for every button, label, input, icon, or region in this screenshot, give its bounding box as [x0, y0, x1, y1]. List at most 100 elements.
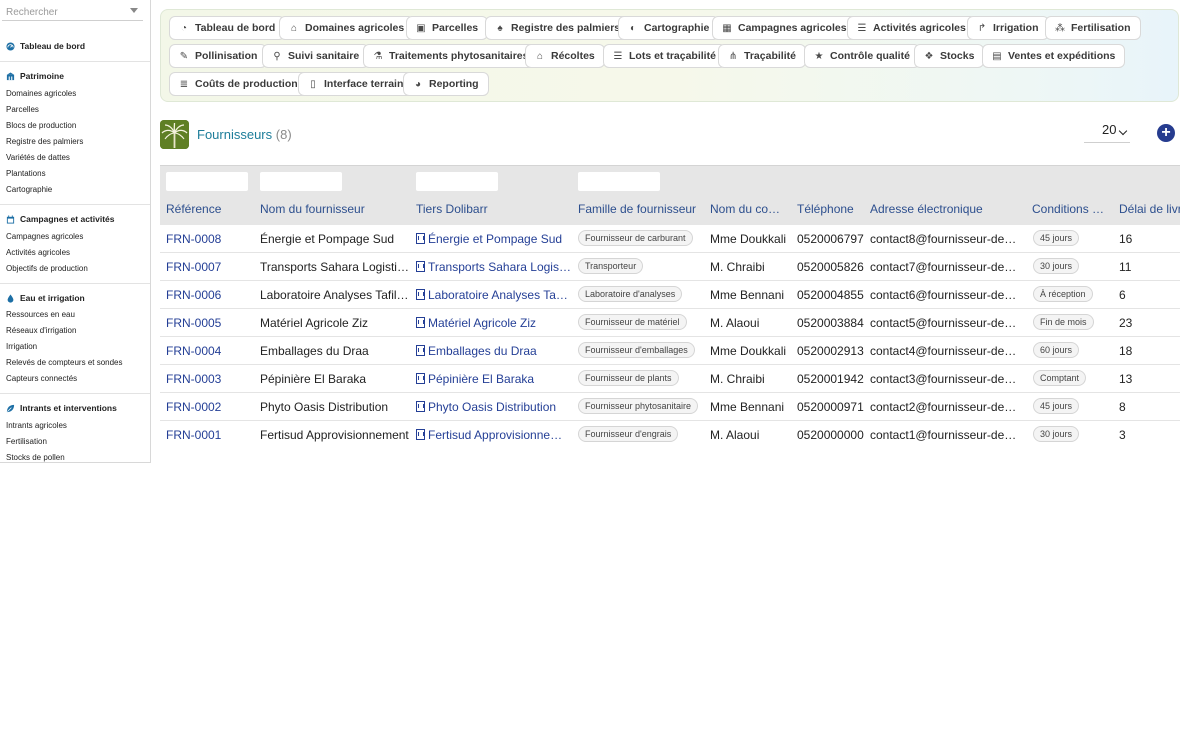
cell-tiers[interactable]: Pépinière El Baraka — [416, 372, 571, 386]
column-header-delai[interactable]: Délai de livraison — [1119, 202, 1180, 216]
cell-tiers[interactable]: Fertisud Approvisionnement — [416, 428, 571, 442]
cell-reference[interactable]: FRN-0002 — [166, 400, 254, 414]
menu-registre-palmiers[interactable]: ♠ Registre des palmiers — [485, 16, 631, 40]
menu-interface-terrain[interactable]: ▯ Interface terrain — [298, 72, 414, 96]
sidebar-section-label: Eau et irrigation — [20, 293, 85, 303]
cell-tiers[interactable]: Énergie et Pompage Sud — [416, 232, 571, 246]
sidebar-item-ressources[interactable]: Ressources en eau — [6, 310, 75, 319]
cell-reference[interactable]: FRN-0001 — [166, 428, 254, 442]
menu-suivi-sanitaire[interactable]: ⚲ Suivi sanitaire — [262, 44, 370, 68]
menu-cartographie[interactable]: ◐ Cartographie — [618, 16, 720, 40]
tiers-link-text[interactable]: Pépinière El Baraka — [428, 372, 534, 386]
column-header-famille[interactable]: Famille de fournisseur — [578, 202, 703, 216]
sidebar-item-fertilisation[interactable]: Fertilisation — [6, 437, 47, 446]
cell-tiers[interactable]: Emballages du Draa — [416, 344, 571, 358]
menu-tracabilite[interactable]: ⋔ Traçabilité — [718, 44, 806, 68]
table-row[interactable]: FRN-0002 Phyto Oasis Distribution Phyto Oa… — [160, 393, 1180, 421]
cell-tiers[interactable]: Phyto Oasis Distribution — [416, 400, 571, 414]
cell-tiers[interactable]: Transports Sahara Logistique — [416, 260, 571, 274]
menu-activites-agricoles[interactable]: ☰ Activités agricoles — [847, 16, 976, 40]
menu-couts-production[interactable]: ≣ Coûts de production — [169, 72, 308, 96]
menu-pollinisation[interactable]: ✎ Pollinisation — [169, 44, 268, 68]
cell-reference[interactable]: FRN-0007 — [166, 260, 254, 274]
cell-nom: Énergie et Pompage Sud — [260, 232, 395, 246]
cell-reference[interactable]: FRN-0003 — [166, 372, 254, 386]
sidebar-section-campagnes[interactable]: Campagnes et activités — [6, 214, 114, 224]
filter-tiers-input[interactable] — [416, 172, 498, 191]
search-input[interactable] — [2, 3, 127, 22]
menu-controle-qualite[interactable]: ★ Contrôle qualité — [804, 44, 920, 68]
sidebar-section-intrants[interactable]: Intrants et interventions — [6, 403, 117, 413]
sidebar-item-capteurs[interactable]: Capteurs connectés — [6, 374, 77, 383]
table-row[interactable]: FRN-0004 Emballages du Draa Emballages du … — [160, 337, 1180, 365]
cell-reference[interactable]: FRN-0004 — [166, 344, 254, 358]
menu-fertilisation[interactable]: ⁂ Fertilisation — [1045, 16, 1141, 40]
menu-lots-tracabilite[interactable]: ☰ Lots et traçabilité — [603, 44, 726, 68]
sidebar-item-irrigation[interactable]: Irrigation — [6, 342, 37, 351]
sidebar-item-domaines[interactable]: Domaines agricoles — [6, 89, 76, 98]
sidebar-item-parcelles[interactable]: Parcelles — [6, 105, 39, 114]
cell-delai: 23 — [1119, 316, 1133, 330]
menu-irrigation[interactable]: ↱ Irrigation — [967, 16, 1049, 40]
column-header-reference[interactable]: Référence — [166, 202, 256, 216]
sidebar-item-plantations[interactable]: Plantations — [6, 169, 46, 178]
add-supplier-button[interactable]: + — [1157, 124, 1175, 142]
tiers-link-text[interactable]: Transports Sahara Logistique — [428, 260, 571, 274]
sidebar-section-patrimoine[interactable]: Patrimoine — [6, 71, 64, 81]
sidebar-item-varietes[interactable]: Variétés de dattes — [6, 153, 70, 162]
table-row[interactable]: FRN-0001 Fertisud Approvisionnement Fertis… — [160, 421, 1180, 448]
cell-reference[interactable]: FRN-0008 — [166, 232, 254, 246]
tiers-link-text[interactable]: Emballages du Draa — [428, 344, 537, 358]
table-row[interactable]: FRN-0008 Énergie et Pompage Sud Énergie et… — [160, 225, 1180, 253]
sidebar-item-pollen[interactable]: Stocks de pollen — [6, 453, 65, 462]
sidebar-item-intrants[interactable]: Intrants agricoles — [6, 421, 67, 430]
sidebar-search[interactable] — [2, 2, 143, 22]
per-page-select[interactable]: 20 — [1084, 122, 1130, 143]
sidebar-item-registre[interactable]: Registre des palmiers — [6, 137, 83, 146]
sidebar-item-blocs[interactable]: Blocs de production — [6, 121, 76, 130]
badge-conditions: 45 jours — [1033, 398, 1080, 414]
column-header-tiers[interactable]: Tiers Dolibarr — [416, 202, 571, 216]
sidebar-item-reseaux[interactable]: Réseaux d'irrigation — [6, 326, 76, 335]
filter-nom-input[interactable] — [260, 172, 342, 191]
menu-tableau-de-bord[interactable]: ◔ Tableau de bord — [169, 16, 286, 40]
filter-famille-input[interactable] — [578, 172, 660, 191]
cell-reference[interactable]: FRN-0006 — [166, 288, 254, 302]
menu-ventes-expeditions[interactable]: ▤ Ventes et expéditions — [982, 44, 1126, 68]
table-row[interactable]: FRN-0003 Pépinière El Baraka Pépinière El … — [160, 365, 1180, 393]
column-header-nom[interactable]: Nom du fournisseur — [260, 202, 410, 216]
sidebar-item-activites[interactable]: Activités agricoles — [6, 248, 70, 257]
column-header-email[interactable]: Adresse électronique — [870, 202, 1025, 216]
menu-campagnes-agricoles[interactable]: ▦ Campagnes agricoles — [712, 16, 857, 40]
menu-stocks[interactable]: ❖ Stocks — [914, 44, 985, 68]
tiers-link-text[interactable]: Énergie et Pompage Sud — [428, 232, 562, 246]
column-header-conditions[interactable]: Conditions de paiement — [1032, 202, 1105, 216]
sidebar-item-dashboard[interactable]: Tableau de bord — [6, 41, 85, 51]
farm-icon: ⌂ — [290, 22, 298, 34]
cell-reference[interactable]: FRN-0005 — [166, 316, 254, 330]
menu-recoltes[interactable]: ⌂ Récoltes — [525, 44, 605, 68]
tiers-link-text[interactable]: Fertisud Approvisionnement — [428, 428, 571, 442]
chevron-down-icon[interactable] — [130, 8, 138, 13]
sidebar-section-eau[interactable]: Eau et irrigation — [6, 293, 85, 303]
menu-reporting[interactable]: ◕ Reporting — [403, 72, 489, 96]
table-row[interactable]: FRN-0005 Matériel Agricole Ziz Matériel Ag… — [160, 309, 1180, 337]
sidebar-item-objectifs[interactable]: Objectifs de production — [6, 264, 88, 273]
filter-reference-input[interactable] — [166, 172, 248, 191]
column-header-contact[interactable]: Nom du contact — [710, 202, 785, 216]
tiers-link-text[interactable]: Phyto Oasis Distribution — [428, 400, 556, 414]
table-row[interactable]: FRN-0007 Transports Sahara Logistique Tran… — [160, 253, 1180, 281]
sidebar-item-releves[interactable]: Relevés de compteurs et sondes — [6, 358, 123, 367]
sidebar-item-cartographie[interactable]: Cartographie — [6, 185, 52, 194]
column-header-telephone[interactable]: Téléphone — [797, 202, 865, 216]
menu-traitements[interactable]: ⚗ Traitements phytosanitaires — [363, 44, 539, 68]
menu-parcelles[interactable]: ▣ Parcelles — [406, 16, 489, 40]
table-row[interactable]: FRN-0006 Laboratoire Analyses Tafilalet La… — [160, 281, 1180, 309]
menu-domaines-agricoles[interactable]: ⌂ Domaines agricoles — [279, 16, 415, 40]
tiers-link-text[interactable]: Laboratoire Analyses Tafilalet — [428, 288, 571, 302]
badge-conditions: 45 jours — [1033, 230, 1080, 246]
cell-tiers[interactable]: Matériel Agricole Ziz — [416, 316, 571, 330]
sidebar-item-campagnes[interactable]: Campagnes agricoles — [6, 232, 83, 241]
tiers-link-text[interactable]: Matériel Agricole Ziz — [428, 316, 536, 330]
cell-tiers[interactable]: Laboratoire Analyses Tafilalet — [416, 288, 571, 302]
